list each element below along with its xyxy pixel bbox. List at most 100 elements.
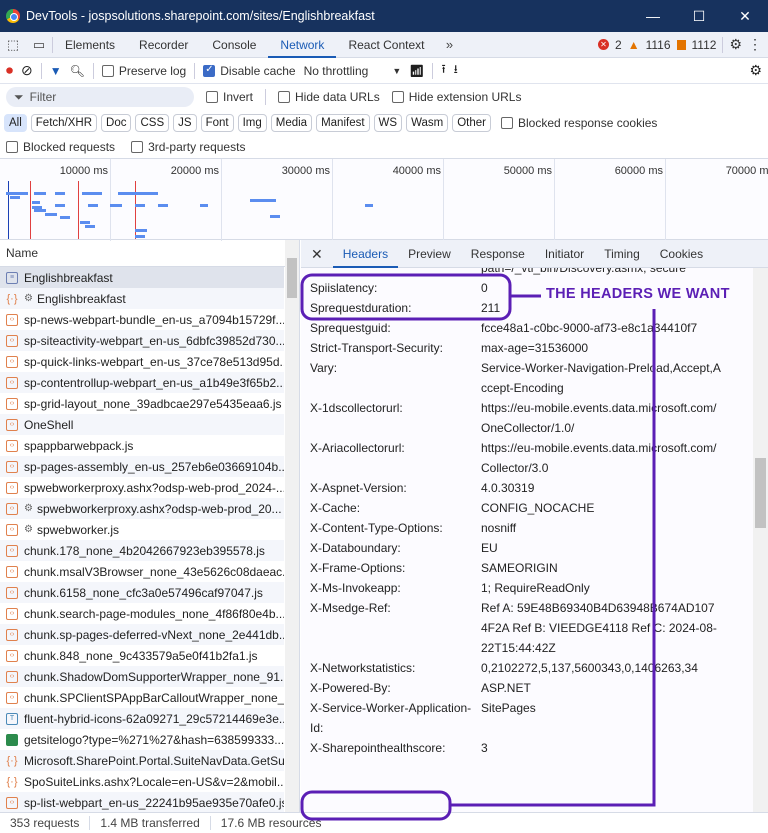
minimize-button[interactable]: —: [630, 8, 676, 24]
issue-count[interactable]: 1112: [692, 38, 717, 52]
tab-console[interactable]: Console: [200, 32, 268, 58]
network-settings-icon[interactable]: ⚙: [749, 62, 762, 79]
filter-input[interactable]: ⏷ Filter: [6, 87, 194, 107]
blocked-response-cookies-checkbox[interactable]: Blocked response cookies: [501, 116, 657, 130]
tab-react-context[interactable]: React Context: [336, 32, 436, 58]
error-count[interactable]: 2: [615, 38, 622, 52]
type-filter-ws[interactable]: WS: [373, 114, 403, 132]
request-name: Englishbreakfast: [24, 270, 113, 285]
detail-tab-preview[interactable]: Preview: [398, 240, 461, 268]
request-row[interactable]: ‹› chunk.848_none_9c433579a5e0f41b2fa1.js: [0, 645, 284, 666]
search-icon[interactable]: 🔍︎: [70, 64, 85, 78]
request-row[interactable]: {·} SpoSuiteLinks.ashx?Locale=en-US&v=2&m…: [0, 771, 284, 792]
type-filter-media[interactable]: Media: [270, 114, 313, 132]
timeline-request-bar: [6, 192, 28, 195]
hide-data-urls-checkbox[interactable]: Hide data URLs: [278, 90, 380, 104]
timeline-gridline: [443, 159, 444, 241]
clear-icon[interactable]: ⊘: [21, 62, 33, 79]
header-name: X-Sharepointhealthscore:: [310, 741, 446, 755]
request-row[interactable]: ‹› sp-news-webpart-bundle_en-us_a7094b157…: [0, 309, 284, 330]
blocked-requests-checkbox[interactable]: Blocked requests: [6, 140, 115, 154]
timeline-request-bar: [80, 221, 90, 224]
third-party-checkbox[interactable]: 3rd-party requests: [131, 140, 245, 154]
request-row[interactable]: ‹› chunk.178_none_4b2042667923eb395578.js: [0, 540, 284, 561]
settings-gear-icon[interactable]: ⚙: [729, 36, 742, 53]
request-row[interactable]: ‹› chunk.SPClientSPAppBarCalloutWrapper_n…: [0, 687, 284, 708]
more-tabs-icon[interactable]: »: [436, 37, 462, 52]
details-scrollbar[interactable]: [753, 268, 768, 812]
detail-tab-response[interactable]: Response: [461, 240, 535, 268]
request-row[interactable]: ‹› chunk.search-page-modules_none_4f86f80…: [0, 603, 284, 624]
header-value: nosniff: [481, 521, 517, 535]
type-filter-all[interactable]: All: [4, 114, 27, 132]
throttling-select[interactable]: No throttling ▼: [304, 64, 402, 78]
tab-network[interactable]: Network: [268, 32, 337, 58]
detail-tab-timing[interactable]: Timing: [594, 240, 650, 268]
record-stop-icon[interactable]: ⏺: [6, 62, 13, 79]
request-row[interactable]: ‹› ⚙ spwebworkerproxy.ashx?odsp-web-prod_2…: [0, 498, 284, 519]
export-har-icon[interactable]: ⭳: [454, 60, 458, 81]
close-window-button[interactable]: ✕: [722, 8, 768, 25]
request-name: sp-list-webpart_en-us_22241b95ae935e70af…: [24, 795, 284, 810]
hide-extension-urls-checkbox[interactable]: Hide extension URLs: [391, 90, 521, 104]
js-file-icon: ‹›: [6, 691, 18, 704]
request-row[interactable]: ‹› sp-list-webpart_en-us_22241b95ae935e70…: [0, 792, 284, 813]
request-row[interactable]: ‹› chunk.6158_none_cfc3a0e57496caf97047.j…: [0, 582, 284, 603]
name-column-header[interactable]: Name: [0, 240, 299, 267]
header-name: Spiislatency:: [310, 281, 378, 295]
request-row[interactable]: getsitelogo?type=%271%27&hash=638599333.…: [0, 729, 284, 750]
maximize-button[interactable]: ☐: [676, 8, 722, 25]
filter-icon[interactable]: ▼: [50, 64, 62, 78]
request-row[interactable]: ‹› spwebworkerproxy.ashx?odsp-web-prod_20…: [0, 477, 284, 498]
detail-tab-cookies[interactable]: Cookies: [650, 240, 713, 268]
tab-recorder[interactable]: Recorder: [127, 32, 200, 58]
type-filter-js[interactable]: JS: [173, 114, 197, 132]
network-toolbar: ⏺ ⊘ ▼ 🔍︎ Preserve log Disable cache No t…: [0, 58, 768, 84]
close-details-icon[interactable]: ✕: [301, 240, 333, 268]
device-toolbar-icon[interactable]: ▭: [26, 37, 52, 53]
request-row[interactable]: Tfluent-hybrid-icons-62a09271_29c5721446…: [0, 708, 284, 729]
request-row[interactable]: ‹› chunk.ShadowDomSupporterWrapper_none_9…: [0, 666, 284, 687]
type-filter-other[interactable]: Other: [452, 114, 491, 132]
font-file-icon: T: [6, 712, 18, 725]
request-row[interactable]: ≡ Englishbreakfast: [0, 267, 284, 288]
type-filter-doc[interactable]: Doc: [101, 114, 132, 132]
request-row[interactable]: ‹› ⚙ spwebworker.js: [0, 519, 284, 540]
request-row[interactable]: {·} ⚙ Englishbreakfast: [0, 288, 284, 309]
more-options-icon[interactable]: ⋮: [748, 36, 762, 53]
resource-type-filters: All Fetch/XHR Doc CSS JS Font Img Media Manifest…: [0, 110, 768, 136]
type-filter-font[interactable]: Font: [200, 114, 234, 132]
request-row[interactable]: {·} Microsoft.SharePoint.Portal.SuiteNavD…: [0, 750, 284, 771]
timeline-request-bar: [250, 199, 276, 202]
request-row[interactable]: ‹› sp-pages-assembly_en-us_257eb6e0366910…: [0, 456, 284, 477]
network-overview-timeline[interactable]: 10000 ms 20000 ms 30000 ms 40000 ms 50000 ms…: [0, 158, 768, 241]
request-name: sp-news-webpart-bundle_en-us_a7094b15729…: [24, 312, 284, 327]
request-row[interactable]: ‹› sp-quick-links-webpart_en-us_37ce78e51…: [0, 351, 284, 372]
preserve-log-checkbox[interactable]: Preserve log: [101, 64, 186, 78]
detail-tab-initiator[interactable]: Initiator: [535, 240, 594, 268]
js-file-icon: ‹›: [6, 649, 18, 662]
request-list-scrollbar[interactable]: [285, 240, 299, 812]
warning-count[interactable]: 1116: [646, 38, 671, 52]
import-har-icon[interactable]: ⭱: [441, 60, 445, 81]
network-conditions-icon[interactable]: 📶︎: [409, 64, 424, 78]
detail-tab-headers[interactable]: Headers: [332, 240, 399, 268]
request-row[interactable]: ‹› chunk.msalV3Browser_none_43e5626c08dae…: [0, 561, 284, 582]
invert-checkbox[interactable]: Invert: [206, 90, 253, 104]
type-filter-css[interactable]: CSS: [135, 114, 170, 132]
type-filter-img[interactable]: Img: [237, 114, 267, 132]
js-file-icon: ‹›: [6, 586, 18, 599]
header-name: X-Ariacollectorurl:: [310, 441, 405, 455]
request-row[interactable]: ‹› sp-contentrollup-webpart_en-us_a1b49e3…: [0, 372, 284, 393]
type-filter-wasm[interactable]: Wasm: [406, 114, 449, 132]
request-row[interactable]: ‹› sp-siteactivity-webpart_en-us_6dbfc398…: [0, 330, 284, 351]
disable-cache-checkbox[interactable]: Disable cache: [203, 64, 296, 78]
inspect-element-icon[interactable]: ⬚: [0, 37, 26, 53]
request-row[interactable]: ‹› chunk.sp-pages-deferred-vNext_none_2e4…: [0, 624, 284, 645]
request-row[interactable]: ‹› OneShell: [0, 414, 284, 435]
type-filter-fetchxhr[interactable]: Fetch/XHR: [30, 114, 98, 132]
tab-elements[interactable]: Elements: [53, 32, 127, 58]
request-row[interactable]: ‹› spappbarwebpack.js: [0, 435, 284, 456]
request-row[interactable]: ‹› sp-grid-layout_none_39adbcae297e5435ea…: [0, 393, 284, 414]
type-filter-manifest[interactable]: Manifest: [316, 114, 370, 132]
